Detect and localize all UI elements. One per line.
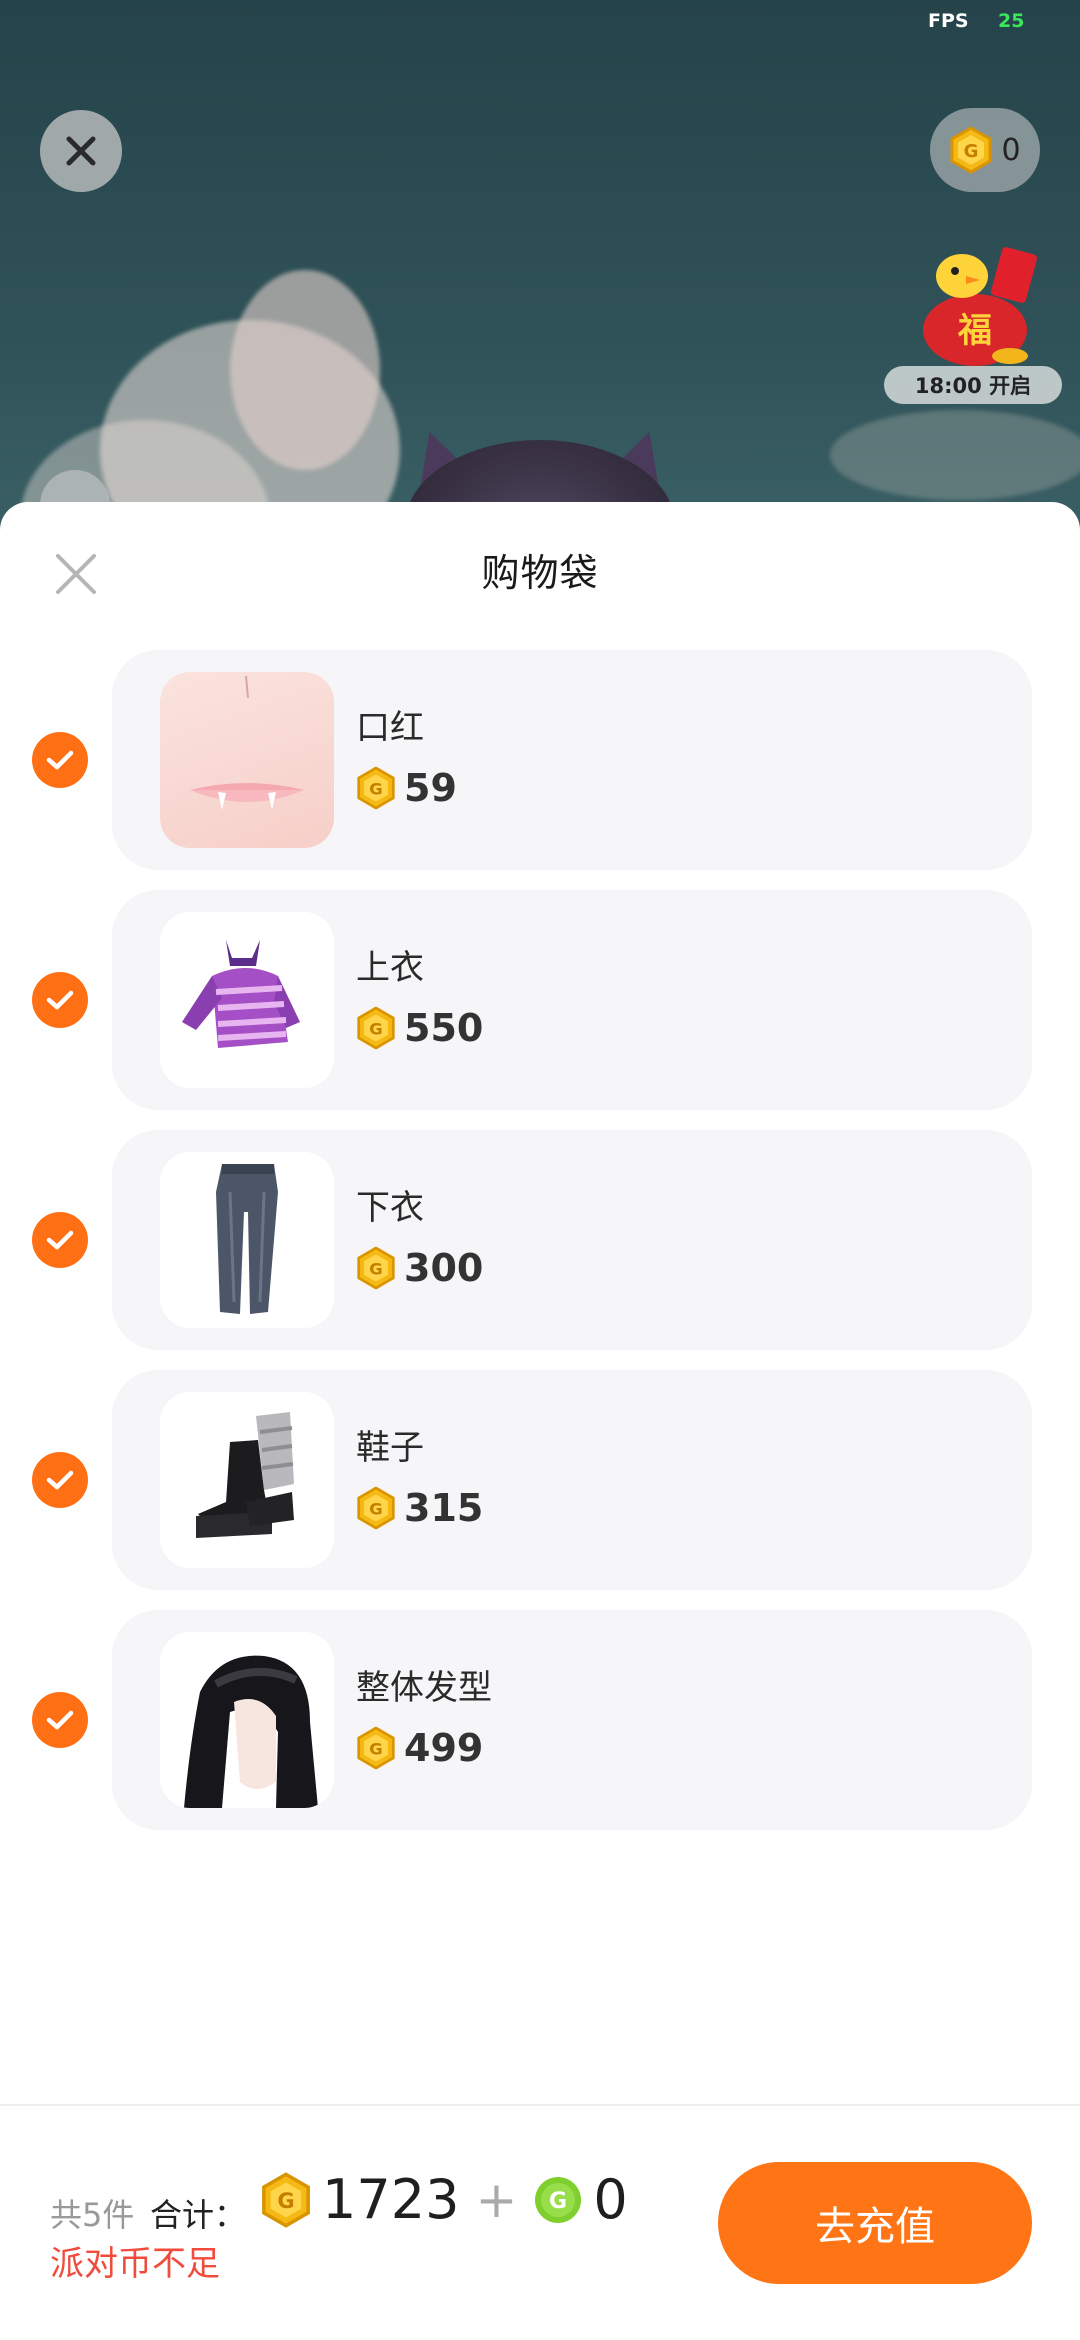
cart-item: 鞋子 G 315 xyxy=(0,1370,1080,1590)
fps-value: 25 xyxy=(998,10,1025,32)
item-price-value: 300 xyxy=(404,1246,484,1290)
svg-text:G: G xyxy=(369,1259,382,1278)
item-price-value: 550 xyxy=(404,1006,484,1050)
boots-thumb xyxy=(160,1392,334,1568)
svg-text:G: G xyxy=(369,779,382,798)
checkmark-icon xyxy=(46,750,74,770)
jeans-thumb xyxy=(160,1152,334,1328)
gold-coin-icon: G xyxy=(357,1726,395,1770)
item-name: 下衣 xyxy=(356,1188,424,1228)
gold-coin-icon: G xyxy=(262,2171,310,2228)
cart-item: 上衣 G 550 xyxy=(0,890,1080,1110)
checkmark-icon xyxy=(46,1230,74,1250)
svg-text:G: G xyxy=(277,2189,294,2213)
footer-divider xyxy=(0,2104,1080,2106)
item-price-value: 315 xyxy=(404,1486,484,1530)
hair-thumb xyxy=(160,1632,334,1808)
cart-item: 口红 G 59 xyxy=(0,650,1080,870)
gold-coin-icon: G xyxy=(357,1486,395,1530)
plus-sign: + xyxy=(475,2170,518,2229)
item-checkbox[interactable] xyxy=(32,1452,88,1508)
item-price-value: 59 xyxy=(404,766,457,810)
cart-item: 整体发型 G 499 xyxy=(0,1610,1080,1830)
item-card[interactable]: 下衣 G 300 xyxy=(112,1130,1032,1350)
recharge-button[interactable]: 去充值 xyxy=(718,2162,1032,2284)
close-icon xyxy=(66,136,96,166)
coin-balance-pill[interactable]: G 0 xyxy=(930,108,1040,192)
item-card[interactable]: 上衣 G 550 xyxy=(112,890,1032,1110)
item-checkbox[interactable] xyxy=(32,972,88,1028)
insufficient-balance-warning: 派对币不足 xyxy=(50,2244,220,2284)
gold-coin-icon: G xyxy=(357,1246,395,1290)
lucky-bag-timer: 18:00 开启 xyxy=(884,366,1062,404)
gold-coin-icon: G xyxy=(357,766,395,810)
shopping-bag-sheet: 购物袋 口红 G 59 上衣 G 550 下衣 G 300 鞋子 G 315 整… xyxy=(0,502,1080,2340)
item-checkbox[interactable] xyxy=(32,732,88,788)
item-name: 整体发型 xyxy=(356,1668,492,1708)
item-price: G 499 xyxy=(356,1726,483,1770)
item-price: G 300 xyxy=(356,1246,483,1290)
item-card[interactable]: 整体发型 G 499 xyxy=(112,1610,1032,1830)
item-price-value: 499 xyxy=(404,1726,484,1770)
checkmark-icon xyxy=(46,1710,74,1730)
lipstick-thumb xyxy=(160,672,334,848)
green-total: 0 xyxy=(593,2168,628,2231)
svg-text:G: G xyxy=(369,1739,382,1758)
item-price: G 550 xyxy=(356,1006,483,1050)
fps-label: FPS xyxy=(928,10,969,32)
item-price: G 315 xyxy=(356,1486,483,1530)
gold-coin-icon: G xyxy=(357,1006,395,1050)
item-name: 上衣 xyxy=(356,948,424,988)
coin-balance: 0 xyxy=(1001,132,1021,168)
svg-text:G: G xyxy=(964,141,979,162)
item-card[interactable]: 口红 G 59 xyxy=(112,650,1032,870)
item-price: G 59 xyxy=(356,766,457,810)
gold-coin-icon: G xyxy=(950,126,992,174)
item-name: 鞋子 xyxy=(356,1428,424,1468)
cart-item: 下衣 G 300 xyxy=(0,1130,1080,1350)
svg-text:G: G xyxy=(369,1499,382,1518)
gold-total: 1723 xyxy=(322,2168,460,2231)
lucky-bag-icon[interactable]: 福 xyxy=(900,238,1050,368)
item-checkbox[interactable] xyxy=(32,1692,88,1748)
sheet-title: 购物袋 xyxy=(481,551,599,595)
item-checkbox[interactable] xyxy=(32,1212,88,1268)
item-name: 口红 xyxy=(356,708,424,748)
svg-text:福: 福 xyxy=(957,311,992,351)
svg-text:G: G xyxy=(369,1019,382,1038)
hoodie-thumb xyxy=(160,912,334,1088)
item-card[interactable]: 鞋子 G 315 xyxy=(112,1370,1032,1590)
total-amount: G 1723 + G 0 xyxy=(260,2168,628,2231)
total-label: 合计： xyxy=(150,2196,247,2234)
checkmark-icon xyxy=(46,1470,74,1490)
svg-text:G: G xyxy=(549,2189,567,2214)
green-coin-icon: G xyxy=(535,2176,582,2223)
item-count: 共5件 xyxy=(50,2196,135,2234)
close-scene-button[interactable] xyxy=(40,110,122,192)
checkmark-icon xyxy=(46,990,74,1010)
